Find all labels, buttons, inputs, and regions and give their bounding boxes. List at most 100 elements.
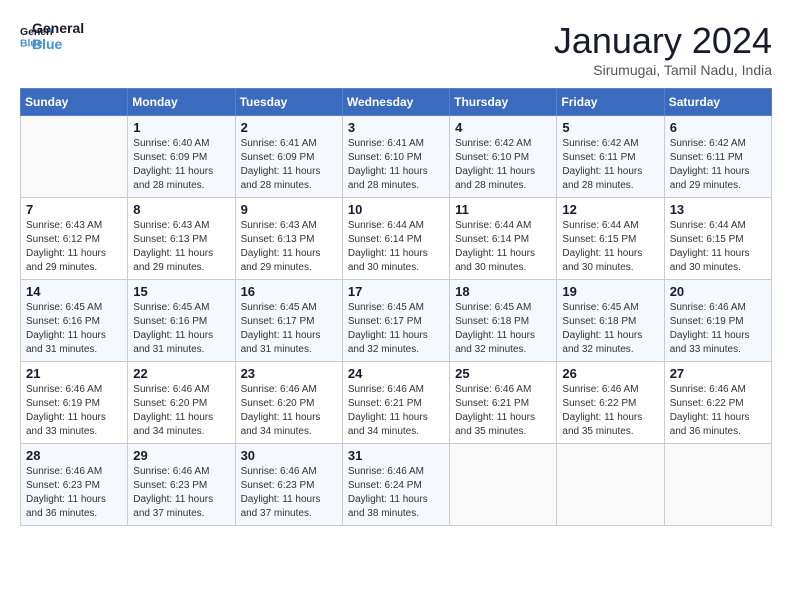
calendar-header-row: SundayMondayTuesdayWednesdayThursdayFrid…: [21, 89, 772, 116]
week-row-1: 1 Sunrise: 6:40 AMSunset: 6:09 PMDaylight…: [21, 116, 772, 198]
day-info: Sunrise: 6:44 AMSunset: 6:15 PMDaylight:…: [670, 219, 766, 275]
day-number: 29: [133, 448, 229, 463]
title-area: January 2024 Sirumugai, Tamil Nadu, Indi…: [554, 20, 772, 78]
calendar-cell: 10Sunrise: 6:44 AMSunset: 6:14 PMDayligh…: [342, 198, 449, 280]
header-saturday: Saturday: [664, 89, 771, 116]
calendar-cell: 2Sunrise: 6:41 AMSunset: 6:09 PMDaylight…: [235, 116, 342, 198]
calendar-cell: [557, 444, 664, 526]
day-number: 26: [562, 366, 658, 381]
day-number: 23: [241, 366, 337, 381]
day-info: Sunrise: 6:40 AMSunset: 6:09 PMDaylight:…: [133, 137, 229, 193]
week-row-5: 28 Sunrise: 6:46 AMSunset: 6:23 PMDayligh…: [21, 444, 772, 526]
calendar-cell: 27 Sunrise: 6:46 AMSunset: 6:22 PMDayligh…: [664, 362, 771, 444]
logo-blue: Blue: [32, 36, 84, 52]
day-info: Sunrise: 6:45 AMSunset: 6:18 PMDaylight:…: [455, 301, 551, 357]
day-number: 10: [348, 202, 444, 217]
day-number: 11: [455, 202, 551, 217]
day-number: 15: [133, 284, 229, 299]
calendar-cell: 28 Sunrise: 6:46 AMSunset: 6:23 PMDayligh…: [21, 444, 128, 526]
day-info: Sunrise: 6:41 AMSunset: 6:09 PMDaylight:…: [241, 137, 337, 193]
calendar-cell: 4 Sunrise: 6:42 AMSunset: 6:10 PMDaylight…: [450, 116, 557, 198]
day-number: 1: [133, 120, 229, 135]
day-number: 25: [455, 366, 551, 381]
day-number: 22: [133, 366, 229, 381]
day-info: Sunrise: 6:46 AMSunset: 6:22 PMDaylight:…: [670, 383, 766, 439]
day-info: Sunrise: 6:46 AMSunset: 6:24 PMDaylight:…: [348, 465, 444, 521]
calendar-cell: 18 Sunrise: 6:45 AMSunset: 6:18 PMDayligh…: [450, 280, 557, 362]
calendar-cell: 9 Sunrise: 6:43 AMSunset: 6:13 PMDaylight…: [235, 198, 342, 280]
calendar-cell: 29 Sunrise: 6:46 AMSunset: 6:23 PMDayligh…: [128, 444, 235, 526]
day-info: Sunrise: 6:42 AMSunset: 6:10 PMDaylight:…: [455, 137, 551, 193]
day-info: Sunrise: 6:43 AMSunset: 6:13 PMDaylight:…: [133, 219, 229, 275]
location-subtitle: Sirumugai, Tamil Nadu, India: [554, 62, 772, 78]
logo-general: General: [32, 20, 84, 36]
week-row-4: 21Sunrise: 6:46 AMSunset: 6:19 PMDayligh…: [21, 362, 772, 444]
logo: General Blue General Blue: [20, 20, 84, 52]
calendar-cell: 25 Sunrise: 6:46 AMSunset: 6:21 PMDayligh…: [450, 362, 557, 444]
month-title: January 2024: [554, 20, 772, 62]
day-info: Sunrise: 6:46 AMSunset: 6:21 PMDaylight:…: [348, 383, 444, 439]
calendar-cell: 31 Sunrise: 6:46 AMSunset: 6:24 PMDayligh…: [342, 444, 449, 526]
day-number: 9: [241, 202, 337, 217]
header-friday: Friday: [557, 89, 664, 116]
calendar-cell: 22 Sunrise: 6:46 AMSunset: 6:20 PMDayligh…: [128, 362, 235, 444]
day-number: 4: [455, 120, 551, 135]
day-info: Sunrise: 6:42 AMSunset: 6:11 PMDaylight:…: [562, 137, 658, 193]
day-number: 14: [26, 284, 122, 299]
header-monday: Monday: [128, 89, 235, 116]
day-info: Sunrise: 6:46 AMSunset: 6:20 PMDaylight:…: [133, 383, 229, 439]
day-info: Sunrise: 6:43 AMSunset: 6:13 PMDaylight:…: [241, 219, 337, 275]
day-info: Sunrise: 6:46 AMSunset: 6:19 PMDaylight:…: [670, 301, 766, 357]
header-sunday: Sunday: [21, 89, 128, 116]
day-info: Sunrise: 6:46 AMSunset: 6:23 PMDaylight:…: [26, 465, 122, 521]
calendar-cell: 1 Sunrise: 6:40 AMSunset: 6:09 PMDaylight…: [128, 116, 235, 198]
day-number: 18: [455, 284, 551, 299]
day-info: Sunrise: 6:43 AMSunset: 6:12 PMDaylight:…: [26, 219, 122, 275]
calendar-cell: 5Sunrise: 6:42 AMSunset: 6:11 PMDaylight…: [557, 116, 664, 198]
day-number: 6: [670, 120, 766, 135]
day-number: 12: [562, 202, 658, 217]
calendar-cell: 20Sunrise: 6:46 AMSunset: 6:19 PMDayligh…: [664, 280, 771, 362]
day-info: Sunrise: 6:45 AMSunset: 6:17 PMDaylight:…: [348, 301, 444, 357]
day-number: 3: [348, 120, 444, 135]
calendar-cell: 6 Sunrise: 6:42 AMSunset: 6:11 PMDaylight…: [664, 116, 771, 198]
calendar-cell: 8 Sunrise: 6:43 AMSunset: 6:13 PMDaylight…: [128, 198, 235, 280]
day-info: Sunrise: 6:46 AMSunset: 6:23 PMDaylight:…: [133, 465, 229, 521]
calendar-cell: 12Sunrise: 6:44 AMSunset: 6:15 PMDayligh…: [557, 198, 664, 280]
day-number: 19: [562, 284, 658, 299]
day-info: Sunrise: 6:46 AMSunset: 6:23 PMDaylight:…: [241, 465, 337, 521]
day-info: Sunrise: 6:46 AMSunset: 6:19 PMDaylight:…: [26, 383, 122, 439]
calendar-cell: 17 Sunrise: 6:45 AMSunset: 6:17 PMDayligh…: [342, 280, 449, 362]
calendar-cell: 24 Sunrise: 6:46 AMSunset: 6:21 PMDayligh…: [342, 362, 449, 444]
day-number: 13: [670, 202, 766, 217]
calendar-cell: [450, 444, 557, 526]
day-info: Sunrise: 6:44 AMSunset: 6:14 PMDaylight:…: [455, 219, 551, 275]
calendar-cell: 15 Sunrise: 6:45 AMSunset: 6:16 PMDayligh…: [128, 280, 235, 362]
day-number: 17: [348, 284, 444, 299]
day-number: 24: [348, 366, 444, 381]
header-wednesday: Wednesday: [342, 89, 449, 116]
calendar-table: SundayMondayTuesdayWednesdayThursdayFrid…: [20, 88, 772, 526]
day-info: Sunrise: 6:46 AMSunset: 6:21 PMDaylight:…: [455, 383, 551, 439]
day-info: Sunrise: 6:45 AMSunset: 6:16 PMDaylight:…: [133, 301, 229, 357]
day-info: Sunrise: 6:41 AMSunset: 6:10 PMDaylight:…: [348, 137, 444, 193]
calendar-cell: 16 Sunrise: 6:45 AMSunset: 6:17 PMDayligh…: [235, 280, 342, 362]
day-number: 7: [26, 202, 122, 217]
day-info: Sunrise: 6:45 AMSunset: 6:16 PMDaylight:…: [26, 301, 122, 357]
day-number: 16: [241, 284, 337, 299]
header-tuesday: Tuesday: [235, 89, 342, 116]
calendar-cell: 11 Sunrise: 6:44 AMSunset: 6:14 PMDayligh…: [450, 198, 557, 280]
calendar-cell: 26Sunrise: 6:46 AMSunset: 6:22 PMDayligh…: [557, 362, 664, 444]
day-number: 8: [133, 202, 229, 217]
calendar-cell: 13 Sunrise: 6:44 AMSunset: 6:15 PMDayligh…: [664, 198, 771, 280]
calendar-cell: 7 Sunrise: 6:43 AMSunset: 6:12 PMDaylight…: [21, 198, 128, 280]
day-number: 27: [670, 366, 766, 381]
header-thursday: Thursday: [450, 89, 557, 116]
day-info: Sunrise: 6:42 AMSunset: 6:11 PMDaylight:…: [670, 137, 766, 193]
day-info: Sunrise: 6:45 AMSunset: 6:17 PMDaylight:…: [241, 301, 337, 357]
day-number: 28: [26, 448, 122, 463]
calendar-cell: [664, 444, 771, 526]
calendar-cell: 3 Sunrise: 6:41 AMSunset: 6:10 PMDaylight…: [342, 116, 449, 198]
calendar-cell: 19Sunrise: 6:45 AMSunset: 6:18 PMDayligh…: [557, 280, 664, 362]
day-number: 31: [348, 448, 444, 463]
